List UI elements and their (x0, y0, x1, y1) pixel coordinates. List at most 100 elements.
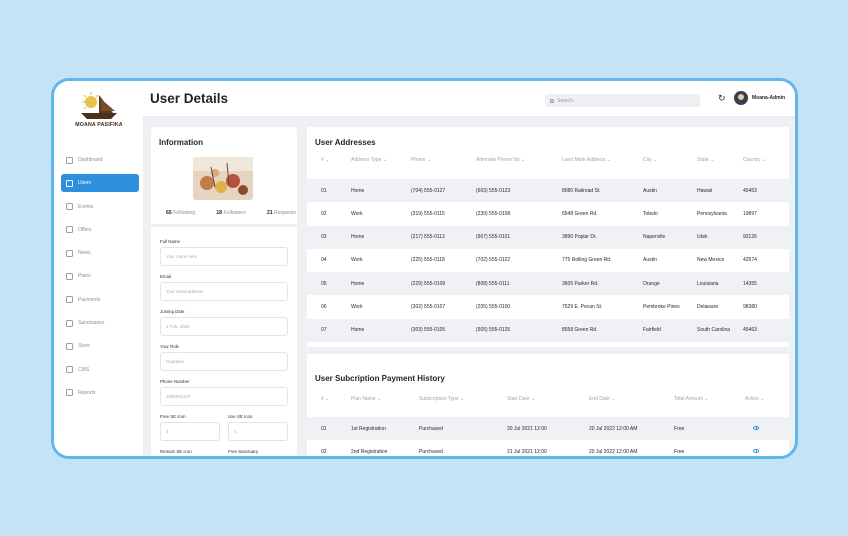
table-cell: South Carolina (697, 327, 731, 334)
table-cell: 8558 Green Rd. (562, 327, 598, 334)
sidebar-item-dashboard[interactable]: Dashboard (61, 151, 139, 169)
table-cell: (704) 555-0127 (411, 187, 446, 194)
sidebar-item-sanctuaries[interactable]: Sanctuaries (61, 314, 139, 332)
sidebar-item-reports[interactable]: Reports (61, 384, 139, 402)
column-header[interactable]: End Date ⌄ (589, 396, 615, 402)
table-cell: (319) 555-0115 (411, 210, 445, 217)
reports-icon (66, 389, 73, 397)
table-cell: Home (351, 327, 365, 334)
table-cell: 3605 Parker Rd. (562, 280, 599, 287)
followers-stat[interactable]: 18 Followers (216, 210, 245, 216)
field-use-se-icon: Use SE Icon 4 (228, 414, 288, 441)
field-input[interactable] (228, 457, 288, 459)
column-header[interactable]: Action ⌄ (745, 396, 765, 402)
sidebar-item-label: Offers (78, 226, 92, 233)
news-icon (66, 249, 73, 257)
following-stat[interactable]: 65 Following (166, 210, 195, 216)
table-cell: 93126 (743, 234, 757, 241)
field-input[interactable]: Your name here (160, 247, 288, 266)
table-row[interactable]: 03 Home (217) 555-0113 (907) 555-0101 3890 P… (307, 225, 789, 249)
table-cell: 45453 (743, 187, 757, 194)
payments-table-header: # ⌄ Plan Name ⌄ Subscription Type ⌄ Start D… (307, 391, 789, 407)
requests-stat[interactable]: 21 Requests (267, 210, 296, 216)
column-header[interactable]: Land Mark Address ⌄ (562, 157, 611, 163)
field-label: Full Name (160, 239, 181, 244)
field-input[interactable]: 1 Feb, 2020 (160, 317, 288, 336)
field-input[interactable] (160, 457, 220, 459)
sidebar-item-label: Plans (78, 273, 91, 280)
sidebar-item-plans[interactable]: Plans (61, 267, 139, 285)
sidebar-item-payments[interactable]: Payments (61, 291, 139, 309)
table-cell: 01 (321, 425, 327, 432)
sidebar-item-store[interactable]: Store (61, 337, 139, 355)
payments-panel: User Subcription Payment History # ⌄ Plan… (307, 354, 789, 456)
admin-name[interactable]: Moana-Admin (752, 95, 785, 101)
table-cell: 6548 Green Rd. (562, 210, 598, 217)
calendar-icon (66, 203, 73, 211)
column-header[interactable]: Plan Name ⌄ (351, 396, 381, 402)
sidebar-nav: Dashboard Users Events Offers News Plans Payme… (61, 151, 139, 407)
table-row[interactable]: 02 2nd Registration Purchased 21 Jul 2021 1… (307, 440, 789, 456)
view-icon[interactable] (753, 448, 759, 455)
table-cell: Fairfield (643, 327, 661, 334)
avatar[interactable] (734, 91, 748, 105)
offer-icon (66, 226, 73, 234)
addresses-panel: User Addresses # ⌄ Address Type ⌄ Phone ⌄ A… (307, 127, 789, 347)
field-input[interactable]: 4 (160, 422, 220, 441)
table-row[interactable]: 05 Home (229) 555-0109 (808) 555-0111 3605 P… (307, 272, 789, 296)
table-row[interactable]: 07 Home (303) 555-0105 (505) 555-0125 8558 G… (307, 318, 789, 342)
column-header[interactable]: # ⌄ (321, 157, 329, 163)
table-cell: 03 (321, 234, 327, 241)
column-header[interactable]: Start Date ⌄ (507, 396, 535, 402)
logo: MOANA PASIFIKA (68, 91, 130, 133)
table-cell: Home (351, 280, 365, 287)
table-row[interactable]: 04 Work (225) 555-0118 (702) 555-0122 775 Ro… (307, 249, 789, 272)
sidebar-item-users[interactable]: Users (61, 174, 139, 193)
app-window: MOANA PASIFIKA Dashboard Users Events Offer… (51, 78, 798, 459)
table-row[interactable]: 06 Work (302) 555-0107 (205) 555-0100 7529 E… (307, 296, 789, 319)
column-header[interactable]: Country ⌄ (743, 157, 766, 163)
table-cell: (808) 555-0111 (476, 280, 510, 287)
field-input[interactable]: 4 (228, 422, 288, 441)
refresh-icon[interactable]: ↻ (718, 94, 727, 103)
addresses-table-header: # ⌄ Address Type ⌄ Phone ⌄ Alternate Phone … (307, 152, 789, 168)
table-cell: Work (351, 257, 363, 264)
sidebar-item-events[interactable]: Events (61, 198, 139, 216)
field-label: Your Role (160, 344, 180, 349)
sanctuary-icon (66, 319, 73, 327)
table-cell: 775 Rolling Green Rd. (562, 257, 612, 264)
field-free-se-icon: Free SE Icon 4 (160, 414, 220, 441)
divider (151, 224, 297, 227)
column-header[interactable]: Total Amount ⌄ (674, 396, 709, 402)
table-cell: 01 (321, 187, 327, 194)
payments-title: User Subcription Payment History (315, 374, 445, 383)
sidebar-item-cms[interactable]: CMS (61, 361, 139, 379)
table-row[interactable]: 02 Work (319) 555-0115 (239) 555-0108 6548 G… (307, 202, 789, 225)
column-header[interactable]: City ⌄ (643, 157, 657, 163)
column-header[interactable]: # ⌄ (321, 396, 329, 402)
table-row[interactable]: 01 1st Registration Purchased 20 Jul 2021 1… (307, 417, 789, 440)
column-header[interactable]: Address Type ⌄ (351, 157, 387, 163)
profile-photo (193, 157, 253, 200)
field-input[interactable]: 2580963147 (160, 387, 288, 406)
column-header[interactable]: Alternate Phone No ⌄ (476, 157, 525, 163)
field-joining-date: Joining Date 1 Feb, 2020 (160, 309, 288, 336)
field-input[interactable]: Guardian (160, 352, 288, 371)
payments-icon (66, 296, 73, 304)
column-header[interactable]: Phone ⌄ (411, 157, 431, 163)
sidebar-item-offers[interactable]: Offers (61, 221, 139, 239)
search-icon (550, 98, 554, 103)
table-cell: Free (674, 448, 685, 455)
view-icon[interactable] (753, 425, 759, 432)
field-input[interactable]: Your email address (160, 282, 288, 301)
table-cell: 06 (321, 304, 327, 310)
column-header[interactable]: Subscription Type ⌄ (419, 396, 464, 402)
sidebar-item-label: CMS (78, 366, 90, 373)
table-cell: Orange (643, 280, 660, 287)
sidebar-item-news[interactable]: News (61, 244, 139, 262)
table-row[interactable]: 01 Home (704) 555-0127 (603) 555-0123 8080 R… (307, 179, 789, 202)
column-header[interactable]: State ⌄ (697, 157, 714, 163)
field-label: Free SE Icon (160, 414, 186, 419)
table-cell: 42574 (743, 257, 757, 264)
search-input[interactable]: Search... (545, 94, 700, 107)
